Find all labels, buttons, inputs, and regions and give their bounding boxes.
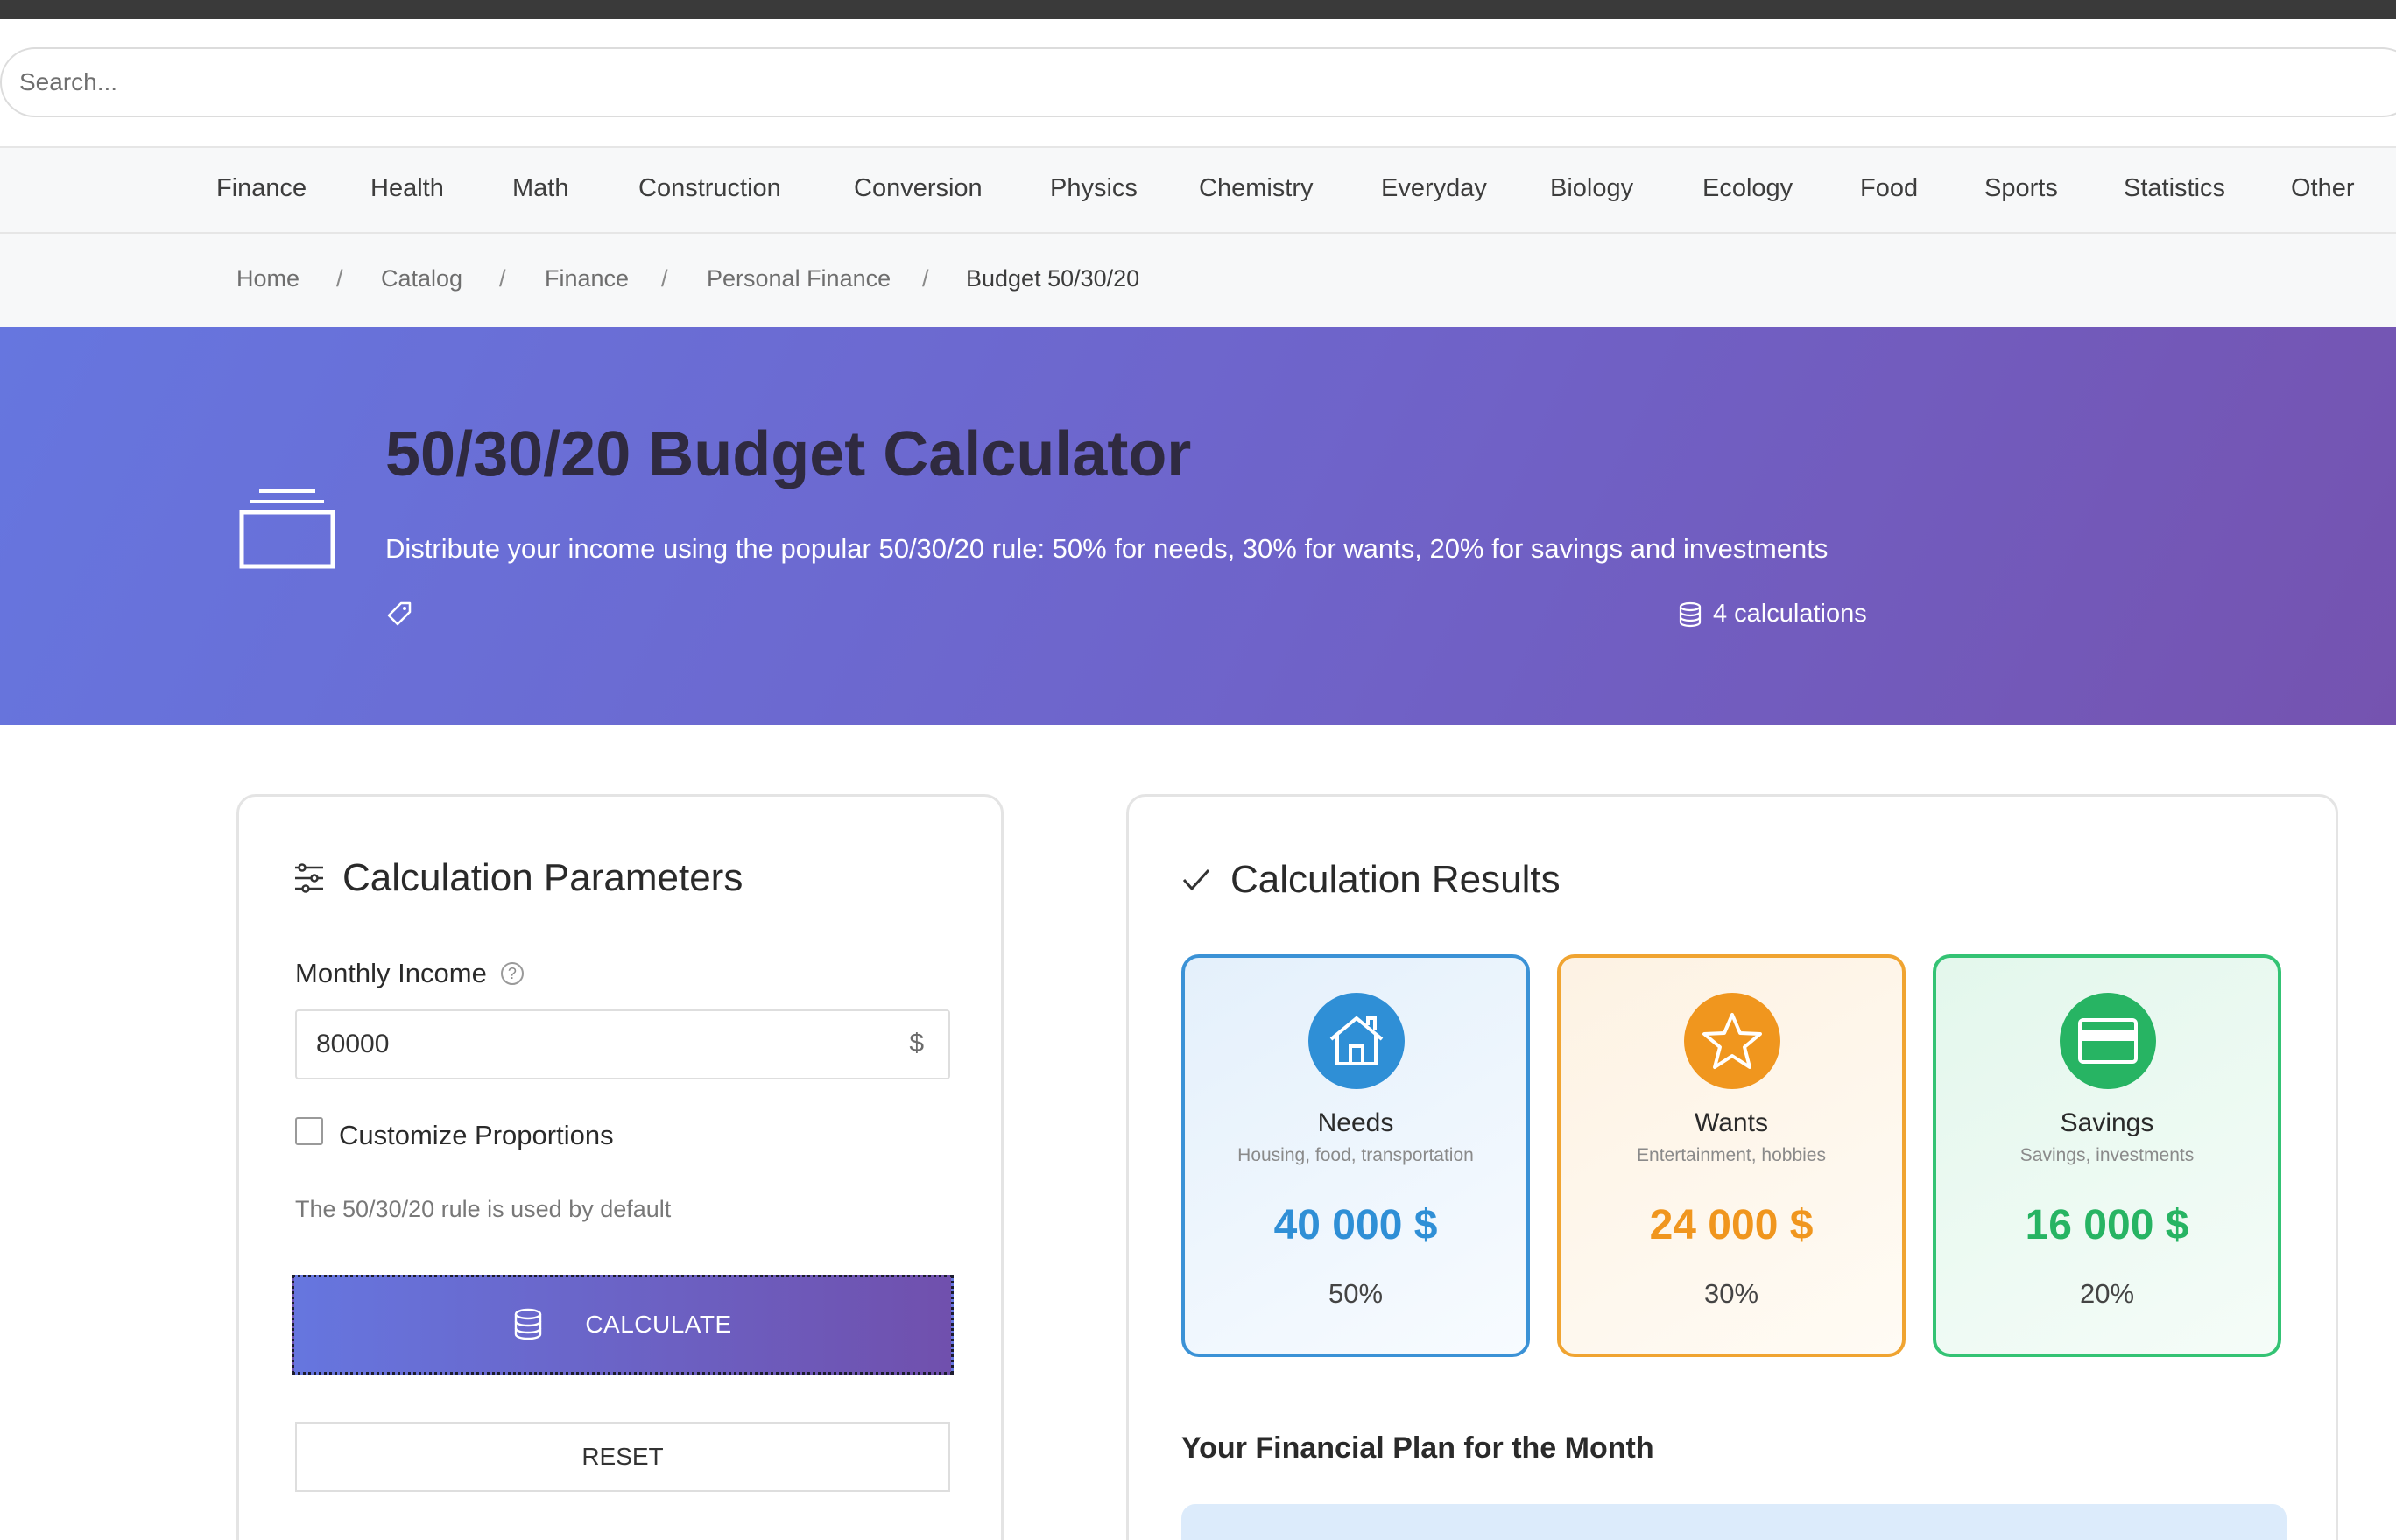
savings-icon-circle [2060, 993, 2156, 1089]
income-input[interactable] [297, 1011, 875, 1078]
house-icon [1329, 1016, 1384, 1065]
breadcrumb-separator: / [336, 265, 343, 292]
nav-item-everyday[interactable]: Everyday [1381, 174, 1487, 203]
customize-proportions-label[interactable]: Customize Proportions [339, 1120, 614, 1151]
page-title: 50/30/20 Budget Calculator [385, 419, 1192, 489]
customize-proportions-row[interactable]: Customize Proportions [295, 1117, 614, 1151]
nav-item-statistics[interactable]: Statistics [2124, 174, 2225, 203]
database-icon [515, 1308, 542, 1340]
parameters-title: Calculation Parameters [292, 856, 743, 900]
breadcrumb-finance[interactable]: Finance [545, 265, 629, 292]
wants-icon-circle [1684, 993, 1780, 1089]
breadcrumb-catalog[interactable]: Catalog [381, 265, 462, 292]
needs-percentage: 50% [1328, 1278, 1384, 1309]
calculator-box-icon [239, 489, 335, 569]
income-label-text: Monthly Income [295, 958, 487, 988]
needs-description: Housing, food, transportation [1237, 1145, 1474, 1165]
reset-button-label: RESET [581, 1443, 664, 1470]
breadcrumb-current: Budget 50/30/20 [966, 265, 1140, 292]
financial-plan-title: Your Financial Plan for the Month [1181, 1431, 1654, 1465]
breadcrumb: Home / Catalog / Finance / Personal Fina… [0, 234, 2396, 327]
financial-plan-box [1181, 1504, 2287, 1540]
customize-proportions-checkbox[interactable] [295, 1117, 323, 1145]
question-circle-icon[interactable]: ? [500, 962, 524, 985]
needs-card: Needs Housing, food, transportation 40 0… [1181, 954, 1530, 1357]
nav-item-math[interactable]: Math [512, 174, 568, 203]
reset-button[interactable]: RESET [295, 1422, 950, 1492]
results-panel: Calculation Results Needs Housing, food,… [1126, 794, 2338, 1540]
income-label: Monthly Income ? [295, 958, 524, 989]
nav-item-other[interactable]: Other [2291, 174, 2355, 203]
browser-top-bar [0, 0, 2396, 19]
nav-item-food[interactable]: Food [1860, 174, 1918, 203]
nav-item-construction[interactable]: Construction [638, 174, 781, 203]
database-icon [1679, 601, 1702, 627]
parameters-title-text: Calculation Parameters [342, 856, 743, 899]
nav-item-physics[interactable]: Physics [1050, 174, 1138, 203]
wants-card: Wants Entertainment, hobbies 24 000 $ 30… [1557, 954, 1906, 1357]
currency-symbol: $ [909, 1029, 924, 1058]
results-title: Calculation Results [1181, 858, 1561, 902]
savings-description: Savings, investments [2019, 1145, 2195, 1165]
wants-amount: 24 000 $ [1649, 1202, 1814, 1248]
nav-item-chemistry[interactable]: Chemistry [1199, 174, 1314, 203]
calculations-count-label: 4 calculations [1713, 600, 1867, 628]
search-input[interactable] [0, 47, 2396, 117]
check-icon [1182, 868, 1210, 891]
parameters-panel: Calculation Parameters Monthly Income ? … [236, 794, 1004, 1540]
default-rule-hint: The 50/30/20 rule is used by default [295, 1196, 672, 1222]
needs-amount: 40 000 $ [1273, 1202, 1438, 1248]
savings-card: Savings Savings, investments 16 000 $ 20… [1933, 954, 2281, 1357]
needs-icon-circle [1308, 993, 1405, 1089]
results-title-text: Calculation Results [1230, 858, 1561, 901]
category-nav: Finance Health Math Construction Convers… [0, 146, 2396, 234]
credit-card-icon [2078, 1018, 2138, 1064]
calculate-button[interactable]: CALCULATE [292, 1275, 954, 1375]
breadcrumb-personal-finance[interactable]: Personal Finance [707, 265, 891, 292]
wants-percentage: 30% [1703, 1278, 1759, 1309]
nav-item-conversion[interactable]: Conversion [854, 174, 983, 203]
calculations-count: 4 calculations [1678, 600, 1867, 629]
savings-name: Savings [2060, 1108, 2154, 1137]
needs-name: Needs [1317, 1108, 1394, 1137]
nav-item-sports[interactable]: Sports [1984, 174, 2058, 203]
breadcrumb-separator: / [661, 265, 668, 292]
hero-banner: 50/30/20 Budget Calculator Distribute yo… [0, 327, 2396, 725]
nav-item-ecology[interactable]: Ecology [1702, 174, 1793, 203]
nav-item-finance[interactable]: Finance [216, 174, 307, 203]
savings-percentage: 20% [2079, 1278, 2135, 1309]
sliders-icon [295, 863, 323, 893]
search-bar [0, 47, 2396, 117]
income-field: $ [295, 1009, 950, 1079]
star-icon [1702, 1013, 1762, 1069]
page-description: Distribute your income using the popular… [385, 533, 1829, 564]
breadcrumb-separator: / [499, 265, 506, 292]
wants-description: Entertainment, hobbies [1637, 1145, 1826, 1165]
savings-amount: 16 000 $ [2025, 1202, 2189, 1248]
nav-item-biology[interactable]: Biology [1550, 174, 1633, 203]
nav-item-health[interactable]: Health [370, 174, 444, 203]
wants-name: Wants [1695, 1108, 1768, 1137]
calculate-button-label: CALCULATE [585, 1311, 732, 1338]
breadcrumb-home[interactable]: Home [236, 265, 300, 292]
tag-icon[interactable] [385, 600, 413, 628]
breadcrumb-separator: / [922, 265, 929, 292]
